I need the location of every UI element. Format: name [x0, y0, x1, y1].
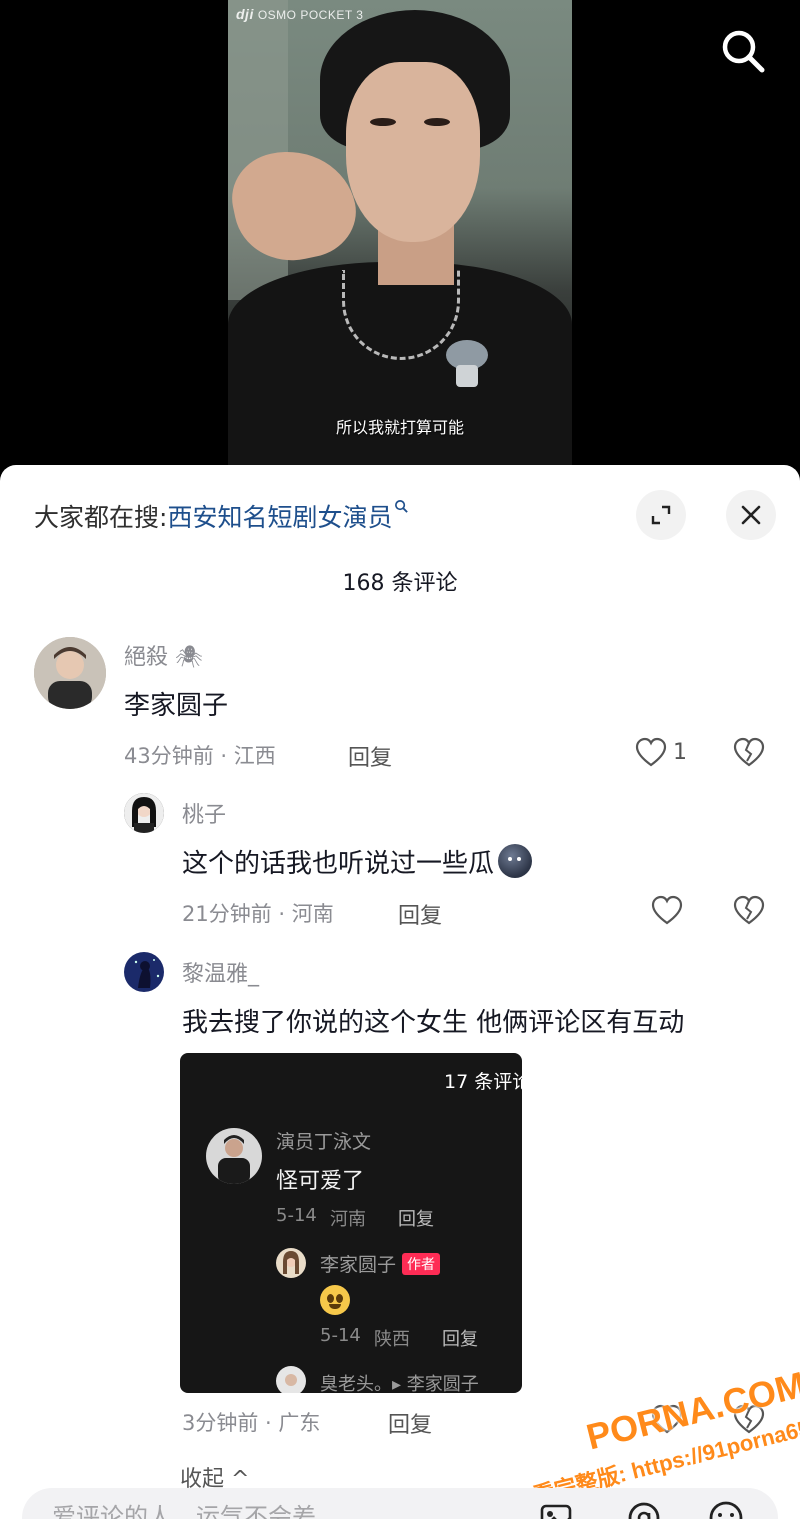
reply-text: 这个的话我也听说过一些瓜 — [182, 843, 533, 880]
mic-transmitter — [456, 365, 478, 387]
reply-meta: 21分钟前 · 河南 — [182, 902, 334, 926]
image-icon[interactable] — [536, 1498, 576, 1519]
hot-search-keyword[interactable]: 西安知名短剧女演员 — [167, 503, 392, 532]
reply-button[interactable]: 回复 — [398, 898, 442, 930]
comment-text: 李家圆子 — [124, 691, 229, 721]
embed-reply-chain: 臭老头。▸ 李家圆子 — [320, 1374, 479, 1393]
reply-meta: 3分钟前 · 广东 — [182, 1411, 321, 1435]
embed-meta-location: 陕西 — [374, 1329, 410, 1350]
grin-emoji-icon — [320, 1285, 350, 1315]
broken-heart-icon[interactable] — [732, 736, 766, 770]
embed-comment-text: 怪可爱了 — [276, 1169, 365, 1194]
avatar-image — [124, 793, 164, 833]
search-small-icon — [395, 500, 409, 513]
avatar-image — [206, 1128, 262, 1184]
person-eye-right — [424, 118, 450, 126]
avatar[interactable] — [124, 793, 164, 833]
search-button[interactable] — [718, 26, 768, 76]
heart-outline-icon[interactable] — [650, 894, 684, 928]
embed-meta-date: 5-14 — [276, 1205, 317, 1226]
close-button[interactable] — [726, 490, 776, 540]
avatar[interactable] — [124, 952, 164, 992]
avatar-image — [276, 1366, 306, 1393]
expand-icon — [651, 505, 671, 525]
embed-username: 演员丁泳文 — [276, 1131, 372, 1153]
reply-username[interactable]: 桃子 — [182, 797, 226, 829]
avatar[interactable] — [34, 637, 106, 709]
person-face — [346, 62, 480, 242]
reply-button[interactable]: 回复 — [388, 1407, 432, 1439]
comment-panel: 大家都在搜:西安知名短剧女演员 168 条评论 絕殺 🕷 李家圆子 43分钟前 … — [0, 465, 800, 1519]
hot-search-bar[interactable]: 大家都在搜:西安知名短剧女演员 — [34, 498, 409, 534]
comment-count: 168 条评论 — [342, 571, 458, 596]
video-subtitle: 所以我就打算可能 — [335, 418, 464, 437]
embed-reply-label: 回复 — [442, 1329, 478, 1350]
dji-logo: dji — [236, 6, 254, 22]
like-count: 1 — [673, 740, 687, 765]
embed-username: 李家圆子 作者 — [320, 1250, 441, 1277]
blob-emoji-icon — [498, 844, 533, 878]
broken-heart-icon[interactable] — [732, 894, 766, 928]
camera-model: OSMO POCKET 3 — [257, 8, 364, 22]
comment-input[interactable] — [52, 1500, 472, 1519]
embed-avatar — [276, 1248, 306, 1278]
video-frame[interactable]: dji OSMO POCKET 3 所以我就打算可能 — [228, 0, 572, 470]
hot-search-prefix: 大家都在搜: — [34, 503, 168, 532]
emoji-icon[interactable] — [706, 1498, 746, 1519]
reply-text: 我去搜了你说的这个女生 他俩评论区有互动 — [182, 1008, 685, 1038]
person-eye-left — [370, 118, 396, 126]
reply-button[interactable]: 回复 — [348, 740, 392, 772]
embed-meta-location: 河南 — [330, 1209, 366, 1230]
embed-username-text: 李家圆子 — [320, 1254, 397, 1276]
reply-image-attachment[interactable]: 17 条评论 演员丁泳文 怪可爱了 5-14 河南 回复 李家圆子 作者 5-14… — [180, 1053, 522, 1393]
author-badge: 作者 — [402, 1253, 441, 1275]
embed-comment-count: 17 条评论 — [444, 1071, 522, 1093]
heart-outline-icon[interactable] — [634, 736, 668, 770]
avatar-image — [276, 1248, 306, 1278]
video-player[interactable]: dji OSMO POCKET 3 所以我就打算可能 — [0, 0, 800, 470]
reply-text-content: 这个的话我也听说过一些瓜 — [182, 849, 495, 879]
camera-brand-watermark: dji OSMO POCKET 3 — [236, 6, 363, 22]
close-icon — [741, 505, 761, 525]
reply-username[interactable]: 黎温雅_ — [182, 956, 259, 988]
embed-avatar — [276, 1366, 306, 1393]
comment-username[interactable]: 絕殺 🕷 — [124, 639, 203, 671]
embed-avatar — [206, 1128, 262, 1184]
expand-button[interactable] — [636, 490, 686, 540]
search-icon — [722, 30, 765, 73]
embed-reply-label: 回复 — [398, 1209, 434, 1230]
at-icon[interactable] — [624, 1498, 664, 1519]
comment-input-bar — [22, 1488, 778, 1519]
embed-meta-date: 5-14 — [320, 1325, 361, 1346]
avatar-image — [34, 637, 106, 709]
comment-meta: 43分钟前 · 江西 — [124, 744, 276, 768]
avatar-image — [124, 952, 164, 992]
